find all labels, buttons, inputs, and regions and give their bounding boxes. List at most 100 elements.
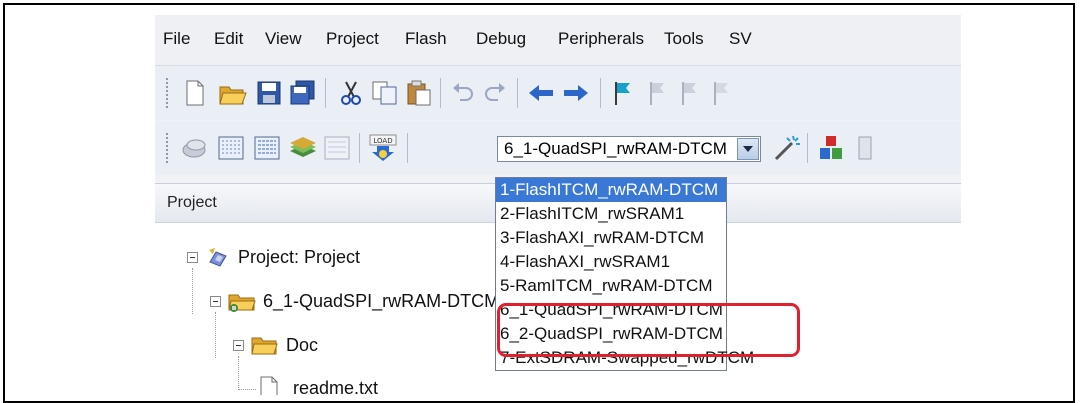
- dropdown-option[interactable]: 4-FlashAXI_rwSRAM1: [496, 250, 726, 274]
- prev-bookmark-button[interactable]: [641, 77, 673, 109]
- components-icon: [820, 136, 842, 159]
- build-toolbar: LOAD 6_1-QuadSPI_rwRAM-DTCM: [155, 121, 961, 175]
- undo-icon: [453, 83, 473, 101]
- flag-icon: [615, 82, 630, 105]
- collapse-toggle[interactable]: [187, 251, 198, 263]
- navigate-back-button[interactable]: [525, 77, 557, 109]
- paste-button[interactable]: [403, 77, 435, 109]
- batch-build-icon: [290, 137, 316, 157]
- tree-label: Project: Project: [238, 246, 361, 267]
- panel-title: Project: [167, 194, 217, 211]
- save-button[interactable]: [253, 77, 285, 109]
- menu-project[interactable]: Project: [326, 29, 379, 49]
- dropdown-option[interactable]: 2-FlashITCM_rwSRAM1: [496, 202, 726, 226]
- translate-icon: [182, 139, 206, 158]
- undo-button[interactable]: [447, 77, 479, 109]
- tree-item-target[interactable]: 6_1-QuadSPI_rwRAM-DTCM: [210, 290, 499, 312]
- toolbar-grip[interactable]: [165, 132, 169, 164]
- target-select[interactable]: 6_1-QuadSPI_rwRAM-DTCM: [497, 136, 761, 162]
- scissors-icon: [341, 81, 361, 105]
- project-icon: [209, 248, 227, 267]
- tree-label: 6_1-QuadSPI_rwRAM-DTCM: [263, 290, 500, 311]
- clear-bookmarks-icon: [714, 82, 728, 105]
- menu-debug[interactable]: Debug: [476, 29, 526, 49]
- menu-view[interactable]: View: [265, 29, 302, 49]
- magic-wand-icon: [774, 135, 800, 161]
- dropdown-option[interactable]: 3-FlashAXI_rwRAM-DTCM: [496, 226, 726, 250]
- select-packs-button[interactable]: [849, 132, 881, 164]
- tree-guide: [238, 389, 256, 390]
- menu-tools[interactable]: Tools: [664, 29, 704, 49]
- redo-button[interactable]: [479, 77, 511, 109]
- download-button[interactable]: LOAD: [367, 132, 399, 164]
- load-label: LOAD: [373, 137, 392, 145]
- options-for-target-button[interactable]: [771, 132, 803, 164]
- target-folder-icon: [228, 294, 256, 312]
- translate-button[interactable]: [179, 132, 211, 164]
- copy-icon: [372, 81, 397, 105]
- menu-peripherals[interactable]: Peripherals: [558, 29, 644, 49]
- build-icon: [218, 136, 244, 160]
- save-all-button[interactable]: [287, 77, 319, 109]
- menu-svcs[interactable]: SV: [729, 29, 752, 49]
- new-file-icon: [186, 80, 204, 106]
- next-bookmark-icon: [682, 82, 696, 105]
- toolbar-separator: [807, 133, 808, 163]
- new-file-button[interactable]: [179, 77, 211, 109]
- tree-guide: [238, 356, 239, 390]
- chevron-down-icon: [743, 146, 753, 152]
- dropdown-option[interactable]: 5-RamITCM_rwRAM-DTCM: [496, 274, 726, 298]
- toolbar-grip[interactable]: [165, 77, 169, 109]
- tree-guide: [192, 268, 193, 314]
- quadspi-highlight-box: [497, 303, 800, 357]
- prev-bookmark-icon: [650, 82, 664, 105]
- packs-icon: [858, 136, 872, 160]
- redo-icon: [485, 83, 505, 101]
- collapse-toggle[interactable]: [233, 339, 244, 351]
- open-folder-icon: [219, 86, 247, 105]
- tree-item-doc-folder[interactable]: Doc: [233, 334, 318, 356]
- clear-bookmarks-button[interactable]: [705, 77, 737, 109]
- toolbar-separator: [359, 133, 360, 163]
- menu-bar: File Edit View Project Flash Debug Perip…: [155, 15, 961, 66]
- text-file-icon: [260, 376, 278, 395]
- menu-edit[interactable]: Edit: [214, 29, 243, 49]
- stop-build-icon: [324, 136, 350, 160]
- manage-components-button[interactable]: [815, 132, 847, 164]
- tree-label: readme.txt: [293, 377, 379, 396]
- rebuild-icon: [254, 136, 280, 160]
- stop-build-button[interactable]: [321, 132, 353, 164]
- collapse-toggle[interactable]: [210, 295, 221, 307]
- toolbar-separator: [325, 78, 326, 108]
- copy-button[interactable]: [369, 77, 401, 109]
- rebuild-button[interactable]: [251, 132, 283, 164]
- arrow-left-icon: [529, 85, 553, 101]
- load-icon: LOAD: [369, 134, 397, 161]
- toolbar-separator: [440, 78, 441, 108]
- tree-item-project[interactable]: Project: Project: [187, 246, 360, 268]
- toolbar-separator: [600, 78, 601, 108]
- target-select-value: 6_1-QuadSPI_rwRAM-DTCM: [504, 139, 727, 158]
- folder-icon: [251, 337, 278, 355]
- tree-guide: [215, 312, 216, 358]
- cut-button[interactable]: [335, 77, 367, 109]
- toolbar-separator: [407, 133, 408, 163]
- toolbar-separator: [517, 78, 518, 108]
- batch-build-button[interactable]: [287, 132, 319, 164]
- tree-item-readme[interactable]: readme.txt: [259, 376, 378, 395]
- dropdown-arrow-button[interactable]: [737, 138, 759, 160]
- build-button[interactable]: [215, 132, 247, 164]
- floppy-icon: [257, 81, 281, 105]
- tree-label: Doc: [286, 334, 319, 355]
- paste-icon: [407, 80, 431, 106]
- menu-flash[interactable]: Flash: [405, 29, 447, 49]
- next-bookmark-button[interactable]: [673, 77, 705, 109]
- open-file-button[interactable]: [217, 77, 249, 109]
- dropdown-option[interactable]: 1-FlashITCM_rwRAM-DTCM: [496, 178, 726, 202]
- arrow-right-icon: [564, 85, 588, 101]
- menu-file[interactable]: File: [163, 29, 190, 49]
- bookmark-button[interactable]: [607, 77, 639, 109]
- navigate-forward-button[interactable]: [560, 77, 592, 109]
- file-toolbar: [155, 66, 961, 120]
- save-all-icon: [290, 80, 315, 105]
